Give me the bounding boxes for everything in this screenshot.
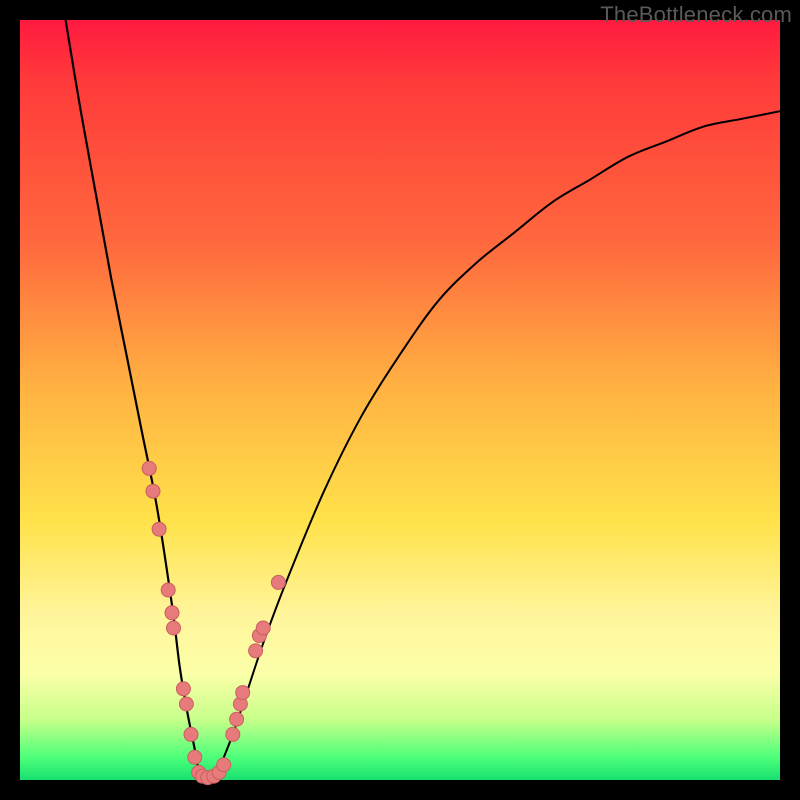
data-dot <box>176 682 190 696</box>
chart-stage: TheBottleneck.com <box>0 0 800 800</box>
data-dot <box>271 575 285 589</box>
data-dot <box>165 606 179 620</box>
data-dot <box>256 621 270 635</box>
data-dots-group <box>142 461 285 784</box>
data-dot <box>146 484 160 498</box>
plot-area <box>20 20 780 780</box>
data-dot <box>217 758 231 772</box>
data-dot <box>226 727 240 741</box>
data-dot <box>167 621 181 635</box>
data-dot <box>249 644 263 658</box>
chart-svg <box>20 20 780 780</box>
data-dot <box>236 686 250 700</box>
curve-left-branch <box>66 20 199 772</box>
data-dot <box>142 461 156 475</box>
curve-right-branch <box>218 111 780 772</box>
data-dot <box>230 712 244 726</box>
data-dot <box>184 727 198 741</box>
data-dot <box>161 583 175 597</box>
data-dot <box>188 750 202 764</box>
watermark-text: TheBottleneck.com <box>600 2 792 28</box>
data-dot <box>152 522 166 536</box>
data-dot <box>179 697 193 711</box>
